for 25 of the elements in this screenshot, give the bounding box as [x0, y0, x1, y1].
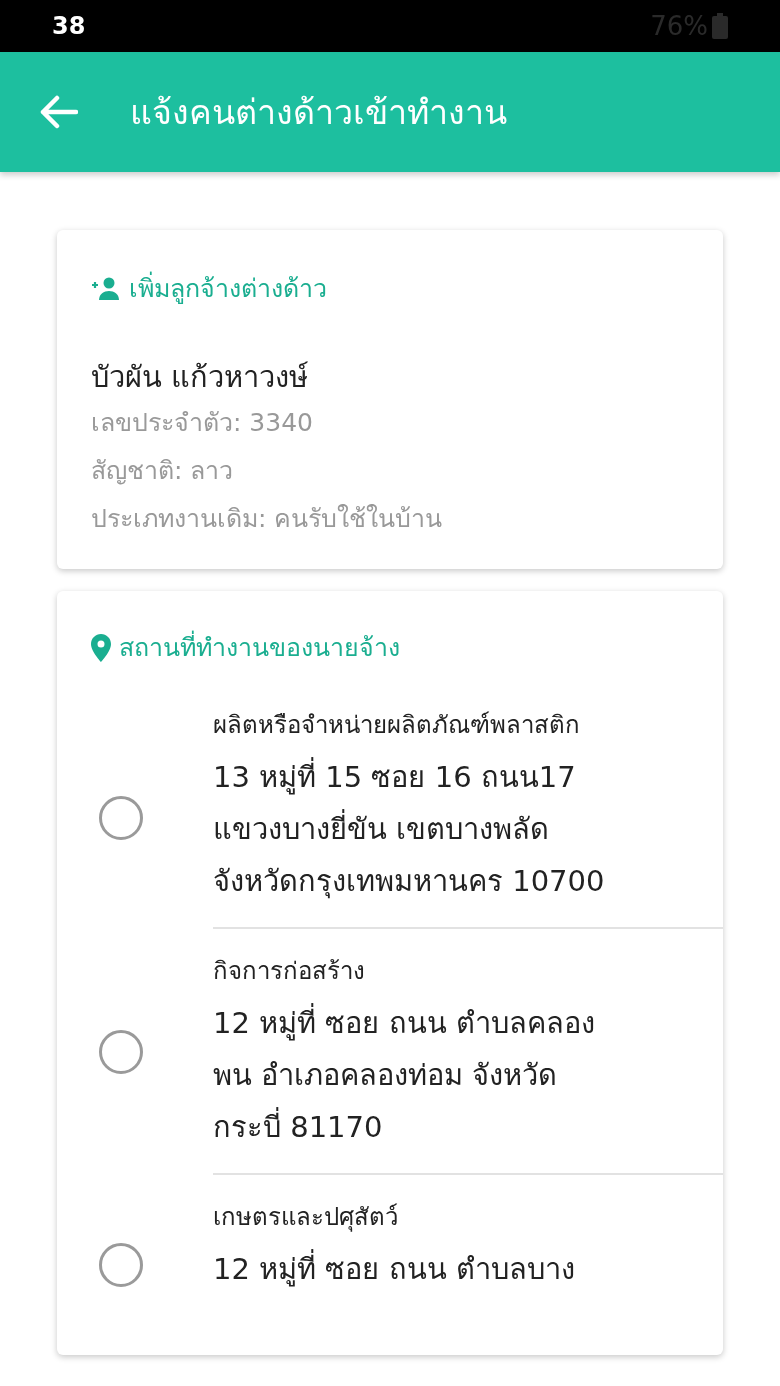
radio-button[interactable]	[99, 1242, 143, 1287]
detail-text: ประเภทงานเดิม: คนรับใช้ในบ้าน	[91, 503, 444, 535]
screen-title: แจ้งคนต่างด้าวเข้าทำงาน	[130, 90, 507, 134]
business-type: เกษตรและปศุสัตว์	[213, 1201, 399, 1234]
business-type: ผลิตหรือจำหน่ายผลิตภัณฑ์พลาสติก	[213, 709, 581, 741]
detail-text: เลขประจำตัว: 3340	[91, 407, 314, 439]
address-text: 12 หมู่ที่ ซอย ถนน ตำบลบาง	[213, 1248, 576, 1289]
address-text: จังหวัดกรุงเทพมหานคร 10700	[213, 862, 606, 901]
add-person-icon	[91, 276, 121, 301]
address-text: พน อำเภอคลองท่อม จังหวัด	[213, 1056, 559, 1094]
status-time: 38	[52, 11, 86, 42]
address-text: กระบี่ 81170	[213, 1106, 384, 1146]
battery-icon	[712, 13, 728, 39]
address-text: 13 หมู่ที่ 15 ซอย 16 ถนน17	[213, 756, 577, 797]
back-arrow-icon[interactable]	[38, 95, 78, 129]
card-heading: เพิ่มลูกจ้างต่างด้าว	[129, 270, 327, 308]
address-text: แขวงบางยี่ขัน เขตบางพลัด	[213, 808, 551, 848]
card-heading: สถานที่ทำงานของนายจ้าง	[119, 629, 400, 667]
radio-button[interactable]	[99, 795, 143, 840]
address-text: 12 หมู่ที่ ซอย ถนน ตำบลคลอง	[213, 1002, 596, 1043]
radio-button[interactable]	[99, 1029, 143, 1074]
detail-text: สัญชาติ: ลาว	[91, 455, 235, 487]
employee-name: บัวผัน แก้วหาวงษ์	[91, 358, 310, 396]
location-pin-icon	[91, 633, 111, 662]
business-type: กิจการก่อสร้าง	[213, 955, 366, 987]
